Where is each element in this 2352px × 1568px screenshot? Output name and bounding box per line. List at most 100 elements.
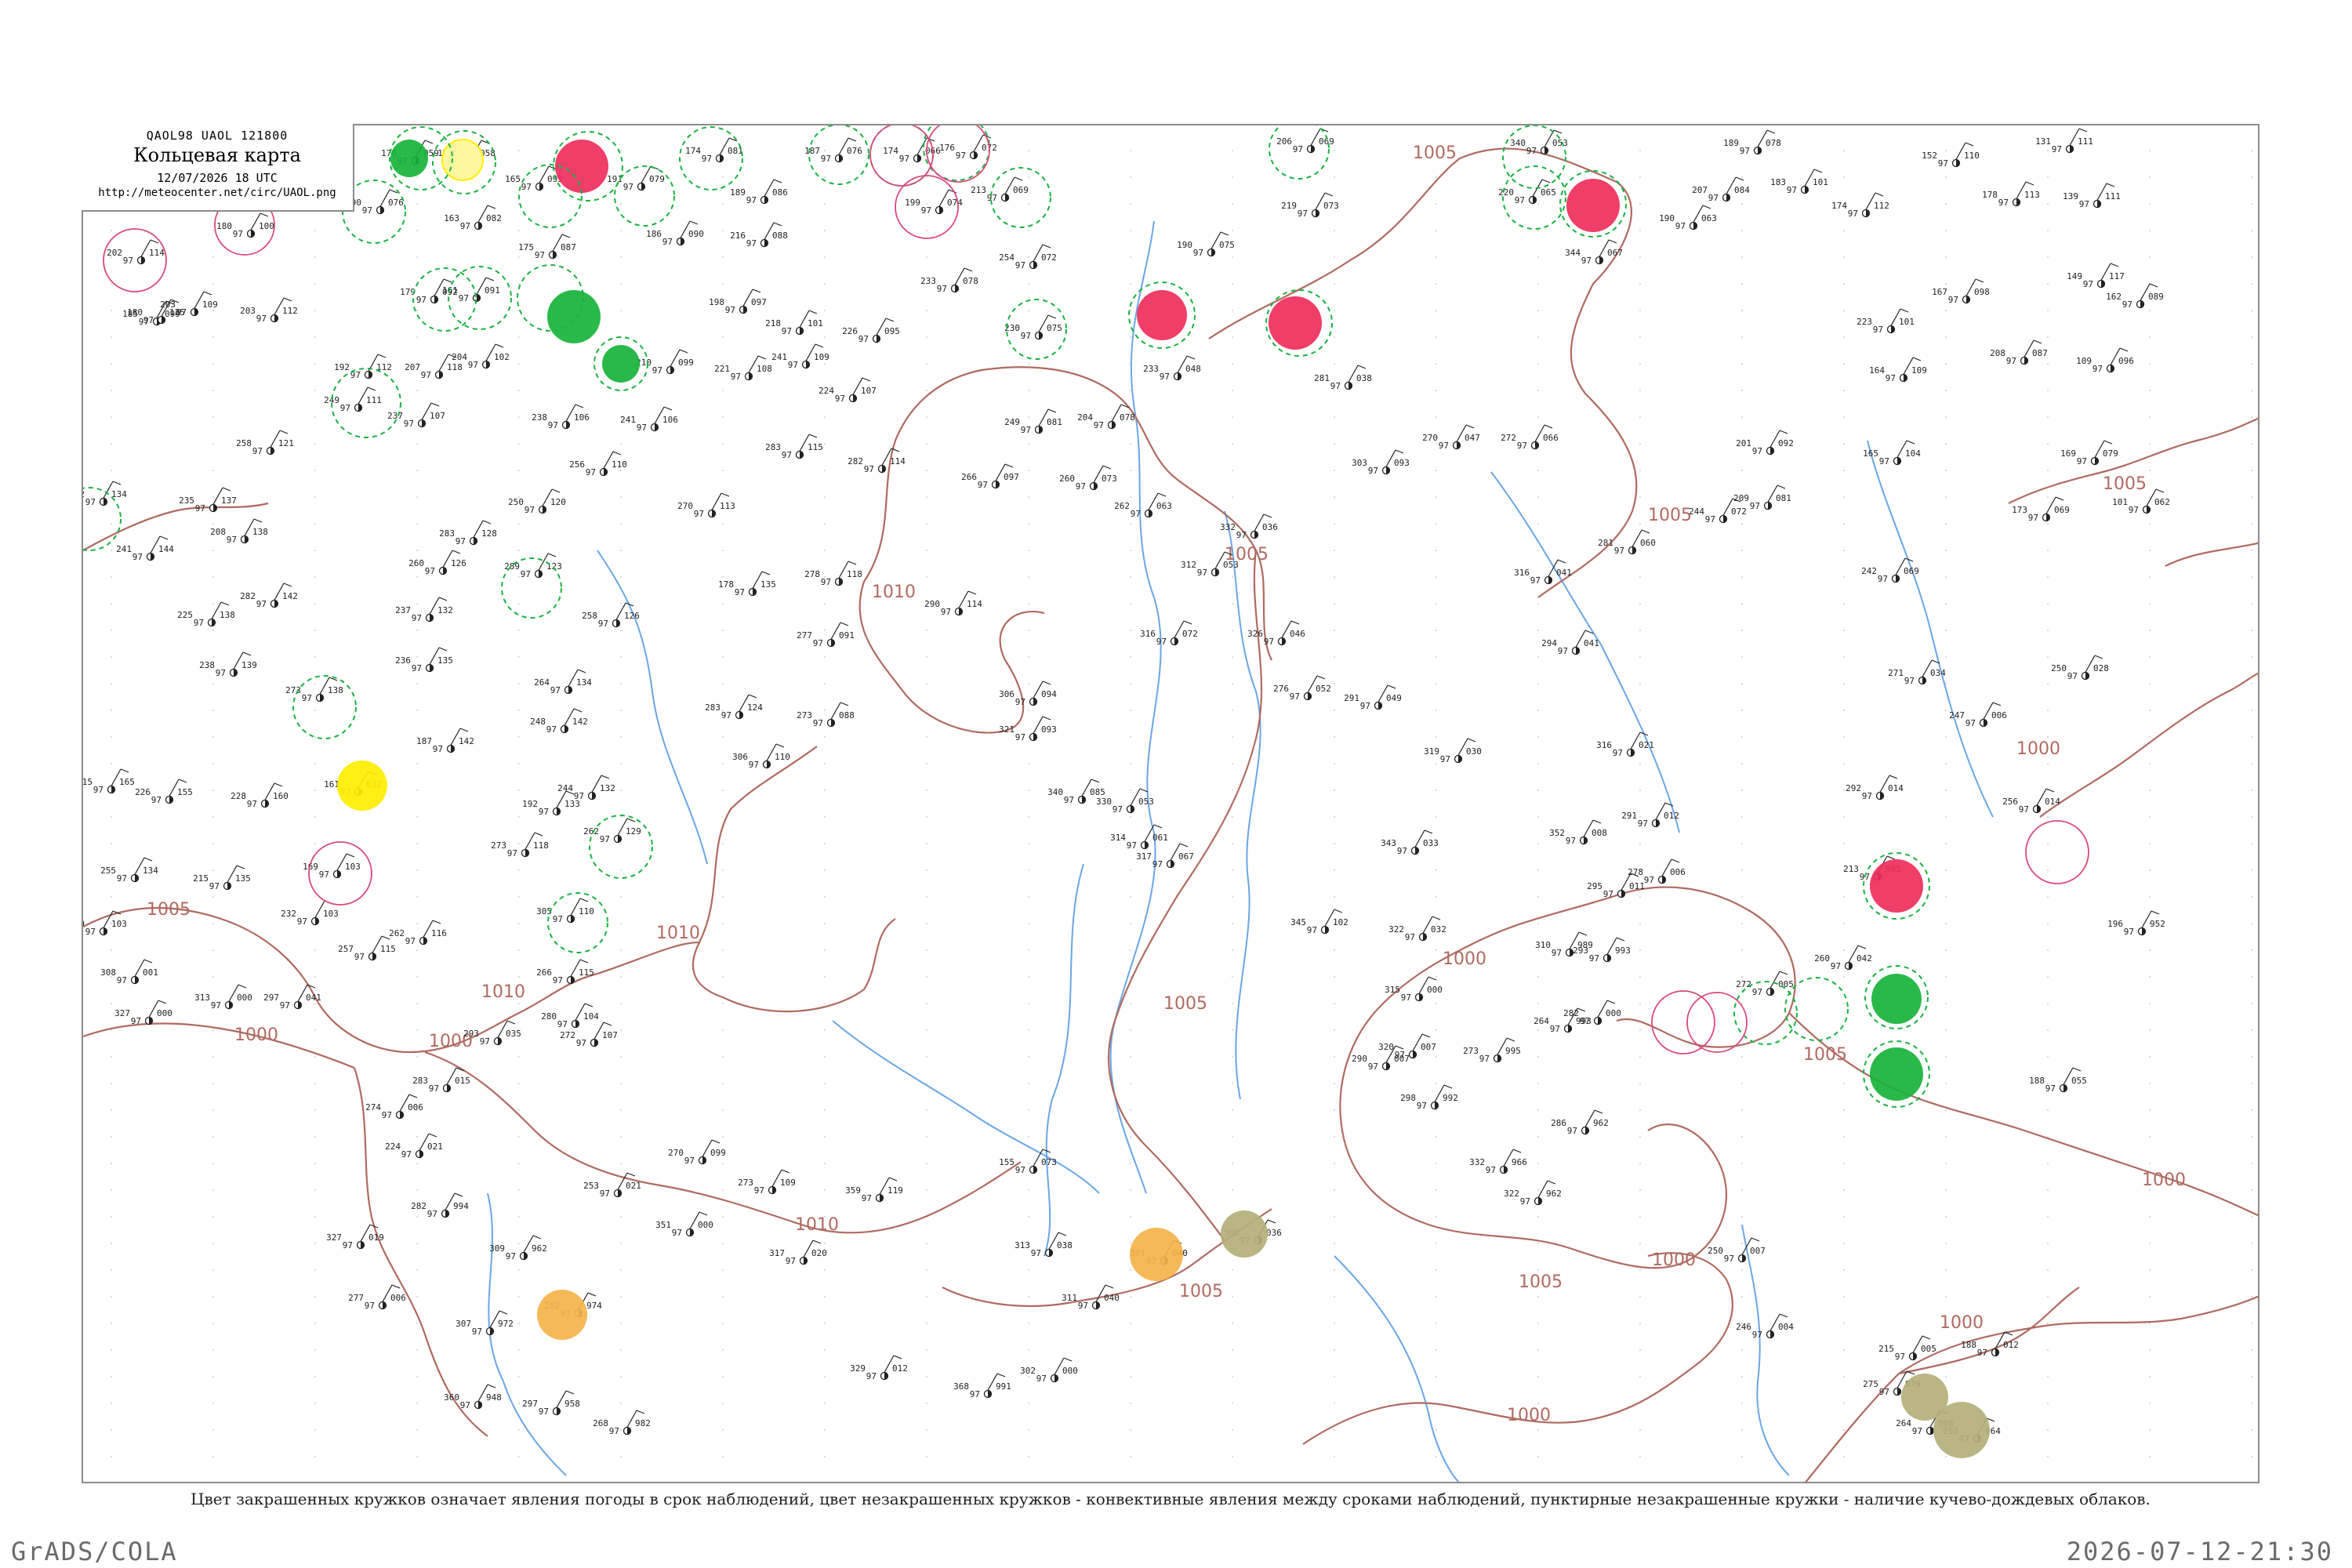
station-plot: 30397093 bbox=[1352, 449, 1410, 476]
station-pressure: 128 bbox=[481, 528, 497, 539]
isobar bbox=[858, 581, 1045, 734]
station-plot: 25697014 bbox=[2002, 788, 2060, 815]
station-plot: 17597087 bbox=[518, 234, 576, 260]
station-dewpoint: 97 bbox=[1520, 1196, 1530, 1207]
wind-feather-icon bbox=[808, 310, 818, 314]
grid-dot bbox=[2251, 710, 2252, 711]
station-plot: 20197092 bbox=[1736, 430, 1794, 456]
grid-dot bbox=[416, 1003, 418, 1004]
station-dewpoint: 97 bbox=[143, 315, 154, 325]
station-plot: 23297103 bbox=[281, 900, 339, 927]
station-pressure: 000 bbox=[698, 1220, 713, 1230]
grid-dot bbox=[1130, 230, 1131, 231]
station-plot: 29297014 bbox=[1846, 775, 1904, 801]
station-pressure: 006 bbox=[390, 1293, 406, 1303]
grid-dot bbox=[314, 470, 316, 471]
grid-dot bbox=[2047, 1323, 2049, 1324]
grid-dot bbox=[314, 656, 316, 658]
station-plot: 25897126 bbox=[582, 602, 640, 629]
station-pressure: 034 bbox=[1930, 668, 1946, 678]
grid-dot bbox=[1130, 1323, 1131, 1324]
grid-dot bbox=[314, 1349, 316, 1351]
grid-dot bbox=[518, 949, 520, 951]
grid-dot bbox=[314, 1376, 316, 1377]
station-pressure: 076 bbox=[847, 146, 862, 156]
grid-dot bbox=[824, 523, 826, 524]
station-pressure: 079 bbox=[649, 174, 665, 184]
grid-dot bbox=[1537, 496, 1539, 498]
grid-dot bbox=[1537, 736, 1539, 738]
wind-feather-icon bbox=[601, 775, 610, 779]
grid-dot bbox=[1843, 363, 1845, 365]
wind-feather-icon bbox=[482, 520, 492, 524]
wind-feather-icon bbox=[158, 1000, 167, 1004]
station-plot: 21897101 bbox=[765, 310, 823, 336]
station-temperature: 297 bbox=[522, 1399, 538, 1409]
wind-feather-icon bbox=[1179, 843, 1189, 848]
station-plot: 19097076 bbox=[346, 189, 404, 216]
station-dewpoint: 97 bbox=[1193, 248, 1203, 258]
grid-dot bbox=[620, 576, 622, 578]
station-pressure: 055 bbox=[2071, 1076, 2087, 1086]
grid-dot bbox=[1945, 310, 1947, 311]
wind-feather-icon bbox=[2078, 128, 2088, 132]
grid-dot bbox=[1436, 1003, 1437, 1004]
grid-dot bbox=[620, 523, 622, 524]
grid-dot bbox=[1639, 789, 1641, 791]
station-pressure: 109 bbox=[780, 1178, 796, 1188]
grid-dot bbox=[314, 763, 316, 764]
station-dewpoint: 97 bbox=[782, 450, 792, 460]
isobar bbox=[83, 1022, 355, 1069]
grid-dot bbox=[2149, 1029, 2151, 1031]
wind-feather-icon bbox=[565, 1390, 575, 1395]
station-temperature: 206 bbox=[1276, 136, 1292, 147]
wind-feather-icon bbox=[452, 550, 461, 554]
station-pressure: 078 bbox=[963, 276, 978, 286]
station-pressure: 115 bbox=[579, 967, 594, 978]
station-plot: 25497072 bbox=[999, 244, 1057, 270]
grid-dot bbox=[518, 816, 520, 818]
station-temperature: 215 bbox=[83, 777, 93, 787]
cumulonimbus-ring-icon bbox=[1784, 977, 1849, 1041]
grid-dot bbox=[518, 470, 520, 471]
station-dewpoint: 97 bbox=[297, 916, 307, 927]
grid-dot bbox=[1945, 1163, 1947, 1164]
grid-dot bbox=[1130, 949, 1131, 951]
station-pressure: 082 bbox=[486, 213, 502, 223]
station-dewpoint: 97 bbox=[117, 975, 127, 985]
grid-dot bbox=[620, 683, 622, 684]
grid-dot bbox=[1741, 763, 1743, 764]
wind-feather-icon bbox=[1766, 129, 1776, 134]
station-temperature: 253 bbox=[583, 1181, 599, 1191]
grid-dot bbox=[314, 523, 316, 524]
isobar-label: 1005 bbox=[147, 900, 191, 920]
station-plot: 22897160 bbox=[230, 782, 289, 809]
grid-dot bbox=[824, 763, 826, 764]
grid-dot bbox=[1537, 336, 1539, 338]
wind-feather-icon bbox=[2103, 440, 2113, 445]
grid-dot bbox=[824, 416, 826, 418]
grid-dot bbox=[518, 869, 520, 871]
grid-dot bbox=[824, 496, 826, 498]
station-dewpoint: 97 bbox=[506, 1251, 516, 1261]
station-plot: 33297966 bbox=[1469, 1149, 1527, 1175]
grid-dot bbox=[2047, 1429, 2049, 1431]
station-pressure: 000 bbox=[1606, 1008, 1621, 1018]
station-temperature: 219 bbox=[1281, 201, 1297, 211]
station-plot: 27397109 bbox=[738, 1169, 796, 1196]
grid-dot bbox=[416, 1216, 418, 1218]
grid-dot bbox=[1639, 576, 1641, 578]
station-temperature: 273 bbox=[797, 710, 812, 720]
grid-dot bbox=[1334, 896, 1335, 898]
grid-dot bbox=[1639, 1136, 1641, 1138]
grid-dot bbox=[1639, 710, 1641, 711]
grid-dot bbox=[518, 1349, 520, 1351]
station-pressure: 040 bbox=[1104, 1293, 1120, 1303]
station-temperature: 302 bbox=[1020, 1366, 1036, 1376]
station-pressure: 063 bbox=[1156, 501, 1172, 511]
station-temperature: 258 bbox=[236, 438, 252, 448]
wind-feather-icon bbox=[757, 355, 767, 360]
grid-dot bbox=[314, 1163, 316, 1164]
wind-feather-icon bbox=[1506, 1037, 1515, 1042]
grid-dot bbox=[2251, 496, 2252, 498]
